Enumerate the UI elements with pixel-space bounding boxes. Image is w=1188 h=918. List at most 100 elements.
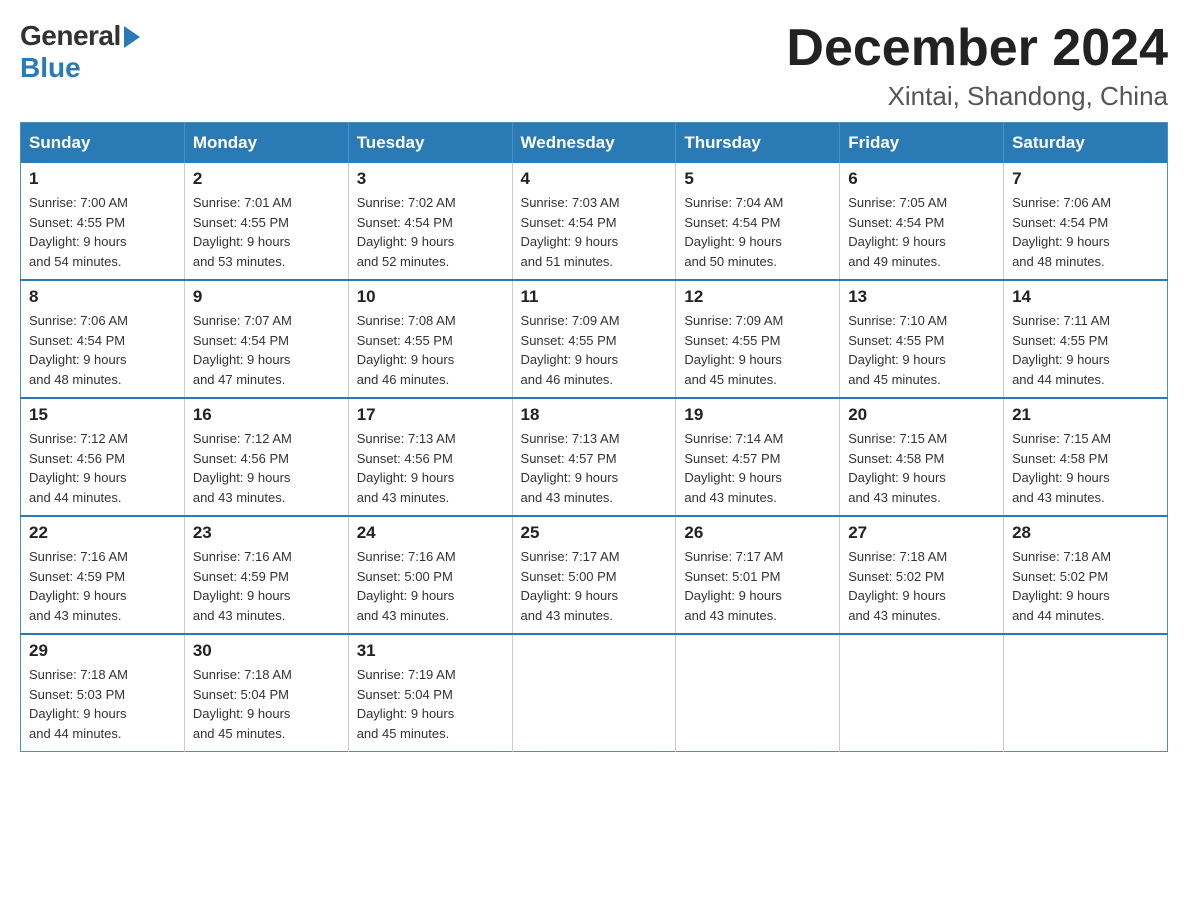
- day-info: Sunrise: 7:17 AM Sunset: 5:00 PM Dayligh…: [521, 547, 668, 625]
- calendar-cell: 7 Sunrise: 7:06 AM Sunset: 4:54 PM Dayli…: [1004, 163, 1168, 280]
- day-number: 7: [1012, 169, 1159, 189]
- calendar-cell: 20 Sunrise: 7:15 AM Sunset: 4:58 PM Dayl…: [840, 398, 1004, 516]
- calendar-cell: 11 Sunrise: 7:09 AM Sunset: 4:55 PM Dayl…: [512, 280, 676, 398]
- day-info: Sunrise: 7:01 AM Sunset: 4:55 PM Dayligh…: [193, 193, 340, 271]
- calendar-cell: 30 Sunrise: 7:18 AM Sunset: 5:04 PM Dayl…: [184, 634, 348, 752]
- day-of-week-saturday: Saturday: [1004, 123, 1168, 164]
- day-number: 1: [29, 169, 176, 189]
- calendar-cell: 24 Sunrise: 7:16 AM Sunset: 5:00 PM Dayl…: [348, 516, 512, 634]
- day-of-week-monday: Monday: [184, 123, 348, 164]
- calendar-cell: 4 Sunrise: 7:03 AM Sunset: 4:54 PM Dayli…: [512, 163, 676, 280]
- day-info: Sunrise: 7:12 AM Sunset: 4:56 PM Dayligh…: [29, 429, 176, 507]
- calendar-cell: 16 Sunrise: 7:12 AM Sunset: 4:56 PM Dayl…: [184, 398, 348, 516]
- day-number: 25: [521, 523, 668, 543]
- title-block: December 2024 Xintai, Shandong, China: [786, 20, 1168, 112]
- day-number: 15: [29, 405, 176, 425]
- calendar-cell: [512, 634, 676, 752]
- calendar-cell: 5 Sunrise: 7:04 AM Sunset: 4:54 PM Dayli…: [676, 163, 840, 280]
- day-info: Sunrise: 7:09 AM Sunset: 4:55 PM Dayligh…: [684, 311, 831, 389]
- calendar-cell: 1 Sunrise: 7:00 AM Sunset: 4:55 PM Dayli…: [21, 163, 185, 280]
- day-info: Sunrise: 7:10 AM Sunset: 4:55 PM Dayligh…: [848, 311, 995, 389]
- day-info: Sunrise: 7:05 AM Sunset: 4:54 PM Dayligh…: [848, 193, 995, 271]
- calendar-cell: 22 Sunrise: 7:16 AM Sunset: 4:59 PM Dayl…: [21, 516, 185, 634]
- calendar-cell: 13 Sunrise: 7:10 AM Sunset: 4:55 PM Dayl…: [840, 280, 1004, 398]
- day-info: Sunrise: 7:03 AM Sunset: 4:54 PM Dayligh…: [521, 193, 668, 271]
- day-info: Sunrise: 7:07 AM Sunset: 4:54 PM Dayligh…: [193, 311, 340, 389]
- day-info: Sunrise: 7:00 AM Sunset: 4:55 PM Dayligh…: [29, 193, 176, 271]
- calendar-cell: 6 Sunrise: 7:05 AM Sunset: 4:54 PM Dayli…: [840, 163, 1004, 280]
- calendar-cell: 2 Sunrise: 7:01 AM Sunset: 4:55 PM Dayli…: [184, 163, 348, 280]
- day-number: 8: [29, 287, 176, 307]
- day-number: 28: [1012, 523, 1159, 543]
- day-number: 24: [357, 523, 504, 543]
- calendar-cell: 25 Sunrise: 7:17 AM Sunset: 5:00 PM Dayl…: [512, 516, 676, 634]
- calendar-table: SundayMondayTuesdayWednesdayThursdayFrid…: [20, 122, 1168, 752]
- day-info: Sunrise: 7:18 AM Sunset: 5:03 PM Dayligh…: [29, 665, 176, 743]
- calendar-cell: 27 Sunrise: 7:18 AM Sunset: 5:02 PM Dayl…: [840, 516, 1004, 634]
- calendar-cell: 21 Sunrise: 7:15 AM Sunset: 4:58 PM Dayl…: [1004, 398, 1168, 516]
- day-of-week-sunday: Sunday: [21, 123, 185, 164]
- day-info: Sunrise: 7:02 AM Sunset: 4:54 PM Dayligh…: [357, 193, 504, 271]
- calendar-cell: 9 Sunrise: 7:07 AM Sunset: 4:54 PM Dayli…: [184, 280, 348, 398]
- day-number: 27: [848, 523, 995, 543]
- calendar-cell: [676, 634, 840, 752]
- day-number: 17: [357, 405, 504, 425]
- day-number: 21: [1012, 405, 1159, 425]
- day-info: Sunrise: 7:09 AM Sunset: 4:55 PM Dayligh…: [521, 311, 668, 389]
- day-number: 3: [357, 169, 504, 189]
- day-info: Sunrise: 7:06 AM Sunset: 4:54 PM Dayligh…: [29, 311, 176, 389]
- day-info: Sunrise: 7:15 AM Sunset: 4:58 PM Dayligh…: [1012, 429, 1159, 507]
- calendar-cell: 8 Sunrise: 7:06 AM Sunset: 4:54 PM Dayli…: [21, 280, 185, 398]
- day-info: Sunrise: 7:12 AM Sunset: 4:56 PM Dayligh…: [193, 429, 340, 507]
- day-number: 13: [848, 287, 995, 307]
- calendar-cell: 19 Sunrise: 7:14 AM Sunset: 4:57 PM Dayl…: [676, 398, 840, 516]
- day-info: Sunrise: 7:08 AM Sunset: 4:55 PM Dayligh…: [357, 311, 504, 389]
- calendar-cell: 3 Sunrise: 7:02 AM Sunset: 4:54 PM Dayli…: [348, 163, 512, 280]
- day-number: 5: [684, 169, 831, 189]
- calendar-week-2: 8 Sunrise: 7:06 AM Sunset: 4:54 PM Dayli…: [21, 280, 1168, 398]
- day-info: Sunrise: 7:13 AM Sunset: 4:57 PM Dayligh…: [521, 429, 668, 507]
- logo-general-text: General: [20, 20, 121, 52]
- logo-blue-text: Blue: [20, 52, 140, 84]
- day-number: 9: [193, 287, 340, 307]
- day-info: Sunrise: 7:18 AM Sunset: 5:02 PM Dayligh…: [1012, 547, 1159, 625]
- day-info: Sunrise: 7:16 AM Sunset: 4:59 PM Dayligh…: [193, 547, 340, 625]
- day-info: Sunrise: 7:13 AM Sunset: 4:56 PM Dayligh…: [357, 429, 504, 507]
- calendar-cell: 31 Sunrise: 7:19 AM Sunset: 5:04 PM Dayl…: [348, 634, 512, 752]
- page-header: General Blue December 2024 Xintai, Shand…: [20, 20, 1168, 112]
- day-info: Sunrise: 7:18 AM Sunset: 5:04 PM Dayligh…: [193, 665, 340, 743]
- calendar-cell: [840, 634, 1004, 752]
- calendar-cell: 15 Sunrise: 7:12 AM Sunset: 4:56 PM Dayl…: [21, 398, 185, 516]
- calendar-cell: [1004, 634, 1168, 752]
- day-info: Sunrise: 7:04 AM Sunset: 4:54 PM Dayligh…: [684, 193, 831, 271]
- calendar-subtitle: Xintai, Shandong, China: [786, 81, 1168, 112]
- calendar-week-1: 1 Sunrise: 7:00 AM Sunset: 4:55 PM Dayli…: [21, 163, 1168, 280]
- day-number: 10: [357, 287, 504, 307]
- day-number: 6: [848, 169, 995, 189]
- day-number: 11: [521, 287, 668, 307]
- day-of-week-tuesday: Tuesday: [348, 123, 512, 164]
- calendar-header: SundayMondayTuesdayWednesdayThursdayFrid…: [21, 123, 1168, 164]
- day-number: 12: [684, 287, 831, 307]
- calendar-cell: 29 Sunrise: 7:18 AM Sunset: 5:03 PM Dayl…: [21, 634, 185, 752]
- day-number: 26: [684, 523, 831, 543]
- day-number: 2: [193, 169, 340, 189]
- calendar-body: 1 Sunrise: 7:00 AM Sunset: 4:55 PM Dayli…: [21, 163, 1168, 752]
- day-info: Sunrise: 7:14 AM Sunset: 4:57 PM Dayligh…: [684, 429, 831, 507]
- day-number: 19: [684, 405, 831, 425]
- day-number: 14: [1012, 287, 1159, 307]
- calendar-week-3: 15 Sunrise: 7:12 AM Sunset: 4:56 PM Dayl…: [21, 398, 1168, 516]
- calendar-cell: 10 Sunrise: 7:08 AM Sunset: 4:55 PM Dayl…: [348, 280, 512, 398]
- day-info: Sunrise: 7:11 AM Sunset: 4:55 PM Dayligh…: [1012, 311, 1159, 389]
- logo-chevron-icon: [124, 26, 140, 48]
- calendar-cell: 26 Sunrise: 7:17 AM Sunset: 5:01 PM Dayl…: [676, 516, 840, 634]
- day-info: Sunrise: 7:06 AM Sunset: 4:54 PM Dayligh…: [1012, 193, 1159, 271]
- calendar-cell: 12 Sunrise: 7:09 AM Sunset: 4:55 PM Dayl…: [676, 280, 840, 398]
- day-info: Sunrise: 7:18 AM Sunset: 5:02 PM Dayligh…: [848, 547, 995, 625]
- day-number: 16: [193, 405, 340, 425]
- day-info: Sunrise: 7:17 AM Sunset: 5:01 PM Dayligh…: [684, 547, 831, 625]
- logo: General Blue: [20, 20, 140, 84]
- day-info: Sunrise: 7:15 AM Sunset: 4:58 PM Dayligh…: [848, 429, 995, 507]
- day-of-week-thursday: Thursday: [676, 123, 840, 164]
- calendar-cell: 18 Sunrise: 7:13 AM Sunset: 4:57 PM Dayl…: [512, 398, 676, 516]
